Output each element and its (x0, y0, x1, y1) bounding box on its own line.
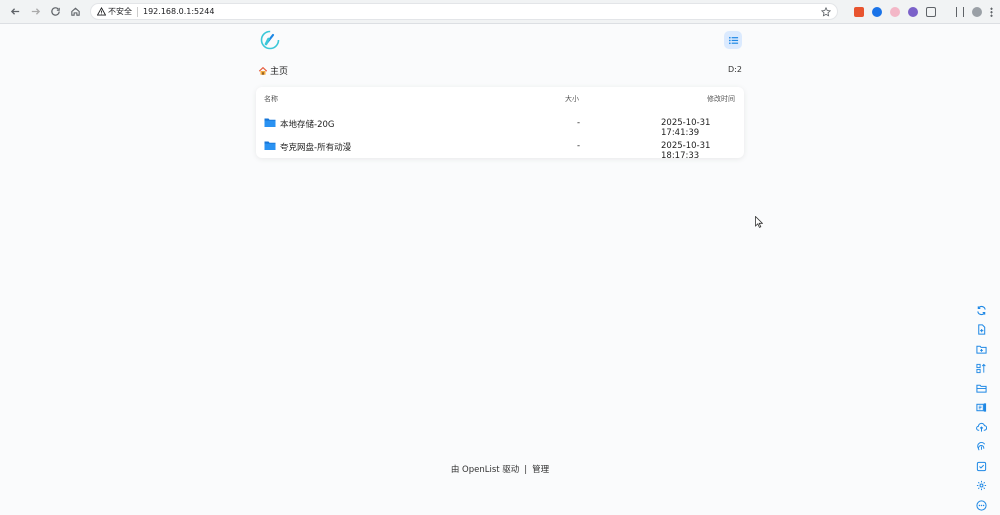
column-size-header[interactable]: 大小 (565, 94, 579, 104)
file-modified: 2025-10-31 18:17:33 (661, 141, 711, 161)
readme-toggle[interactable]: D:2 (728, 65, 742, 74)
file-size: - (577, 141, 581, 151)
browser-toolbar: 不安全 192.168.0.1:5244 (0, 0, 1000, 24)
forward-button[interactable] (26, 3, 44, 21)
extension-blue-icon[interactable] (872, 6, 882, 17)
home-icon (258, 66, 268, 75)
extensions-puzzle-icon[interactable] (926, 6, 936, 17)
browser-menu-icon[interactable] (990, 6, 993, 17)
upload-button[interactable] (974, 420, 988, 434)
list-item[interactable]: 本地存储-20G - 2025-10-31 17:41:39 (256, 113, 744, 138)
settings-button[interactable] (974, 479, 988, 493)
column-modified-header[interactable]: 修改时间 (707, 94, 735, 104)
breadcrumb: 主页 (258, 64, 288, 77)
new-folder-button[interactable] (974, 342, 988, 356)
refresh-button[interactable] (974, 303, 988, 317)
address-bar[interactable]: 不安全 192.168.0.1:5244 (90, 3, 838, 20)
manage-link[interactable]: 管理 (532, 465, 549, 475)
reload-button[interactable] (46, 3, 64, 21)
refresh-icon (976, 305, 986, 315)
fingerprint-button[interactable] (974, 440, 988, 454)
back-button[interactable] (6, 3, 24, 21)
profile-avatar-icon[interactable] (972, 6, 982, 17)
arrow-left-icon (10, 8, 19, 15)
file-list-header: 名称 大小 修改时间 (256, 94, 744, 106)
bookmark-star-icon[interactable] (821, 6, 831, 17)
offline-download-icon (975, 403, 986, 412)
fingerprint-icon (976, 442, 985, 451)
column-name-header[interactable]: 名称 (264, 94, 278, 104)
sort-icon (975, 363, 986, 374)
gear-icon (976, 480, 986, 491)
footer: 由 OpenList 驱动 | 管理 (0, 463, 1000, 475)
upload-icon (975, 422, 987, 432)
offline-download-button[interactable] (974, 401, 988, 415)
file-name: 本地存储-20G (280, 120, 335, 130)
sort-button[interactable] (974, 362, 988, 376)
address-divider (137, 6, 138, 17)
extensions-area (854, 6, 993, 17)
powered-by-link[interactable]: 由 OpenList 驱动 (451, 465, 519, 475)
folder-icon (264, 141, 276, 150)
file-size: - (577, 118, 581, 128)
reload-icon (50, 7, 60, 16)
folder-open-button[interactable] (974, 381, 988, 395)
warning-icon (97, 7, 106, 16)
new-file-button[interactable] (974, 323, 988, 337)
security-label: 不安全 (108, 7, 132, 16)
list-icon (728, 36, 738, 44)
layout-toggle-button[interactable] (724, 31, 742, 49)
folder-open-icon (975, 384, 987, 393)
home-icon (70, 7, 80, 16)
extension-pink-icon[interactable] (890, 6, 900, 17)
file-list: 名称 大小 修改时间 本地存储-20G - 2025-10-31 17:41:3… (256, 87, 744, 161)
new-folder-icon (975, 345, 987, 354)
openlist-logo-icon[interactable] (260, 30, 280, 50)
folder-icon (264, 118, 276, 127)
home-button[interactable] (66, 3, 84, 21)
breadcrumb-home-link[interactable]: 主页 (270, 64, 288, 77)
arrow-right-icon (31, 8, 40, 15)
url-text: 192.168.0.1:5244 (143, 7, 215, 16)
new-file-icon (977, 324, 985, 335)
file-modified: 2025-10-31 17:41:39 (661, 118, 711, 138)
list-item[interactable]: 夸克网盘-所有动漫 - 2025-10-31 18:17:33 (256, 136, 744, 161)
extension-purple-icon[interactable] (908, 6, 918, 17)
reading-list-icon[interactable] (956, 6, 964, 17)
file-name: 夸克网盘-所有动漫 (280, 143, 352, 153)
more-icon (975, 499, 987, 511)
security-indicator[interactable]: 不安全 (97, 6, 132, 17)
mouse-cursor-icon (755, 216, 763, 228)
footer-separator: | (524, 465, 528, 475)
side-toolbar (974, 303, 988, 512)
more-button[interactable] (974, 498, 988, 512)
extension-red-icon[interactable] (854, 6, 864, 17)
